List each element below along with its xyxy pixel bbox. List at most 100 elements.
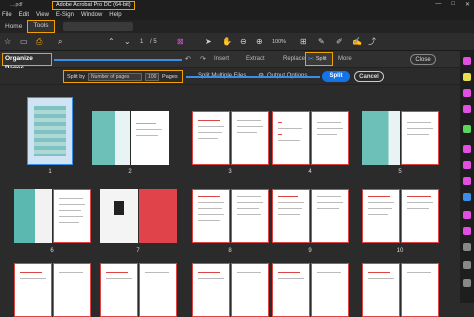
sign-icon[interactable]: ✍ [352,37,362,47]
organize-tool-icon[interactable] [463,125,471,133]
menu-view[interactable]: View [36,11,49,20]
page-thumbnail[interactable] [27,97,73,165]
highlight-icon[interactable]: ✐ [336,37,343,47]
zoom-in-icon[interactable]: ⊕ [256,37,263,47]
comment-icon[interactable]: ✎ [318,37,325,47]
menu-help[interactable]: Help [109,11,121,20]
extract-button[interactable]: Extract [246,56,265,62]
page-thumbnail[interactable] [100,263,138,317]
tab-home[interactable]: Home [0,20,27,33]
zoom-out-icon[interactable]: ⊖ [240,37,247,47]
pdf-tool-icon[interactable] [463,57,471,65]
page-number: 3 [228,169,232,175]
page-thumbnail[interactable] [139,189,177,243]
more-button[interactable]: More [338,56,352,62]
protect-tool-icon[interactable] [463,161,471,169]
print-icon[interactable]: ⎙ [36,37,42,47]
edit-tool-icon[interactable] [463,89,471,97]
page-thumbnail[interactable] [192,189,230,243]
close-icon[interactable]: ✕ [465,1,470,8]
page-thumbnail[interactable] [272,111,310,165]
split-tool-label: Split [315,56,327,62]
page-thumbnail[interactable] [231,189,269,243]
title-bar: ....pdf Adobe Acrobat Pro DC (64-bit) — … [0,0,474,11]
save-icon[interactable]: ▭ [20,37,28,47]
page-thumbnail[interactable] [272,263,310,317]
page-thumbnail[interactable] [53,263,91,317]
page-number: 4 [308,169,312,175]
page-count-input[interactable]: 100 [145,72,160,81]
split-method-select[interactable]: Number of pages [88,72,143,81]
organize-pages-title: Organize Pages [2,53,52,72]
page-thumbnail[interactable] [401,111,439,165]
help-icon[interactable] [463,279,471,287]
insert-button[interactable]: Insert [214,56,229,62]
page-number: 7 [136,248,140,254]
page-number-input[interactable]: 1 [140,37,143,47]
page-number: 10 [396,248,404,254]
close-button[interactable]: Close [410,54,436,65]
page-thumbnail[interactable] [92,111,130,165]
page-number: 5 [398,169,402,175]
menu-file[interactable]: File [2,11,12,20]
page-thumbnail[interactable] [139,263,177,317]
maximize-icon[interactable]: □ [451,1,455,8]
scissors-icon: ✂ [308,56,314,63]
page-thumbnail[interactable] [311,263,349,317]
page-thumbnail[interactable] [192,111,230,165]
page-content [34,106,66,156]
page-thumbnail[interactable] [100,189,138,243]
page-thumbnail[interactable] [14,189,52,243]
split-tool-button[interactable]: ✂ Split [305,52,333,66]
page-thumbnail[interactable] [272,189,310,243]
page-thumbnail[interactable] [362,189,400,243]
page-thumbnail[interactable] [362,111,400,165]
page-thumbnail[interactable] [192,263,230,317]
menu-esign[interactable]: E-Sign [56,11,74,20]
page-thumbnail[interactable] [311,111,349,165]
page-thumbnail[interactable] [231,263,269,317]
page-thumbnail[interactable] [131,111,169,165]
page-thumbnail[interactable] [231,111,269,165]
settings-icon[interactable] [463,261,471,269]
split-button[interactable]: Split [322,71,350,82]
document-tab[interactable] [62,22,133,31]
fit-page-icon[interactable]: ⊞ [300,37,307,47]
page-thumbnail[interactable] [401,189,439,243]
search-icon[interactable]: ⌕ [58,37,62,47]
more-tools-icon[interactable] [463,243,471,251]
hand-icon[interactable]: ✋ [222,37,232,47]
page-thumbnail[interactable] [14,263,52,317]
crop-icon[interactable]: ⊠ [177,37,184,47]
menu-window[interactable]: Window [81,11,102,20]
share-tool-icon[interactable] [463,193,471,201]
minimize-icon[interactable]: — [435,1,441,8]
menu-edit[interactable]: Edit [19,11,29,20]
compare-tool-icon[interactable] [463,227,471,235]
page-thumbnail[interactable] [401,263,439,317]
page-thumbnail[interactable] [362,263,400,317]
select-arrow-icon[interactable]: ➤ [205,37,212,47]
comment-tool-icon[interactable] [463,73,471,81]
page-up-icon[interactable]: ⌃ [108,37,115,47]
replace-button[interactable]: Replace [283,56,305,62]
share-icon[interactable]: ⤴ [368,37,376,47]
stamp-tool-icon[interactable] [463,211,471,219]
page-thumbnail[interactable] [311,189,349,243]
page-down-icon[interactable]: ⌄ [124,37,131,47]
undo-icon[interactable]: ↶ [185,55,191,63]
tab-tools[interactable]: Tools [27,20,55,33]
cancel-button[interactable]: Cancel [354,71,384,82]
toolbar: ☆ ▭ ⎙ ⌕ ⌃ ⌄ 1 / 5 ⊠ ➤ ✋ ⊖ ⊕ 100% ⊞ ✎ ✐ ✍… [0,33,474,51]
page-thumbnail[interactable] [53,189,91,243]
fill-sign-icon[interactable] [463,177,471,185]
star-icon[interactable]: ☆ [4,37,11,47]
page-number: 2 [128,169,132,175]
file-name: ....pdf [10,2,23,8]
export-tool-icon[interactable] [463,105,471,113]
scan-tool-icon[interactable] [463,145,471,153]
zoom-level[interactable]: 100% [272,37,286,47]
redo-icon[interactable]: ↷ [200,55,206,63]
page-number: 6 [50,248,54,254]
app-title: Adobe Acrobat Pro DC (64-bit) [52,1,135,10]
